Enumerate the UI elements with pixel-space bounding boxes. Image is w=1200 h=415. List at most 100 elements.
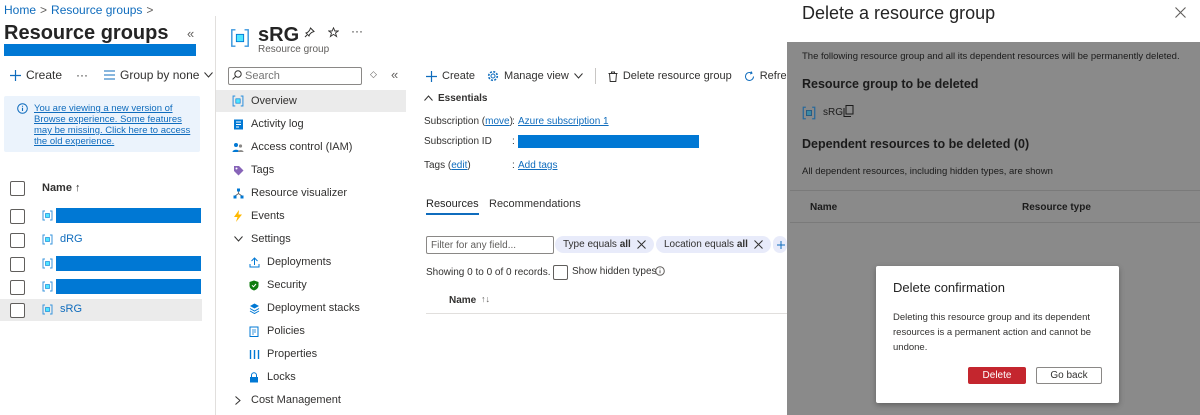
field-colon: : [512,116,515,127]
subscription-link[interactable]: Azure subscription 1 [518,116,609,127]
subscription-label-text: Subscription [424,116,480,127]
resource-group-icon [42,258,53,269]
resource-groups-pane: Home > Resource groups > Resource groups « … [0,0,215,415]
shield-icon [248,279,260,291]
group-by-dropdown[interactable]: Group by none [104,68,214,82]
type-filter-pill[interactable]: Type equals all [555,236,654,253]
close-icon[interactable] [636,240,646,249]
close-icon[interactable] [1175,7,1186,18]
confirm-delete-button[interactable]: Delete [968,367,1026,384]
table-row[interactable] [0,205,202,227]
name-column-header[interactable]: Name [449,295,476,306]
list-header: Name ↑ [0,176,205,200]
manage-view-label: Manage view [504,70,569,82]
row-checkbox[interactable] [10,209,25,224]
move-link[interactable]: move [485,116,509,127]
select-all-checkbox[interactable] [10,181,25,196]
table-divider [790,222,1200,223]
menu-search[interactable] [228,67,362,85]
info-banner: You are viewing a new version of Browse … [4,96,200,152]
col-name-header: Name [810,202,838,213]
row-checkbox[interactable] [10,303,25,318]
search-icon [232,70,242,80]
add-tags-link[interactable]: Add tags [518,160,557,171]
trash-icon [608,71,618,82]
row-checkbox[interactable] [10,280,25,295]
collapse-pane-button[interactable]: « [187,26,194,41]
table-row[interactable]: sRG [0,299,202,321]
menu-item-events[interactable]: Events [232,205,285,227]
essentials-toggle[interactable]: Essentials [424,93,487,104]
more-button[interactable]: ··· [76,68,88,82]
tags-label-text: Tags [424,160,446,171]
resource-group-icon [42,304,53,315]
table-row[interactable]: dRG [0,229,202,251]
menu-item-overview[interactable]: Overview [216,90,406,112]
create-button[interactable]: Create [426,70,475,82]
menu-item-security[interactable]: Security [248,274,307,296]
location-filter-pill[interactable]: Location equals all [656,236,771,253]
lock-icon [248,371,260,383]
type-filter-label: Type equals [563,239,617,250]
table-divider [426,313,787,314]
expand-collapse-icon[interactable]: ◇ [370,69,377,80]
manage-view-button[interactable]: Manage view [487,70,583,82]
resource-group-link[interactable]: sRG [60,303,82,315]
menu-item-label: Settings [251,233,291,245]
menu-item-properties[interactable]: Properties [248,343,317,365]
menu-item-settings[interactable]: Settings [232,228,291,250]
resource-group-link[interactable]: dRG [60,233,83,245]
resource-group-icon [802,106,816,120]
show-hidden-types-checkbox[interactable] [553,265,568,280]
menu-item-tags[interactable]: Tags [232,159,274,181]
edit-tags-link[interactable]: edit [451,160,467,171]
old-experience-link[interactable]: You are viewing a new version of Browse … [34,103,192,147]
create-button[interactable]: Create [10,68,62,82]
essentials-heading: Essentials [438,93,488,104]
tags-label: Tags (edit) [424,160,471,171]
sort-icon[interactable]: ↑↓ [481,294,490,304]
breadcrumb-resource-groups[interactable]: Resource groups [51,3,142,17]
menu-item-resource-visualizer[interactable]: Resource visualizer [232,182,347,204]
menu-item-iam[interactable]: Access control (IAM) [232,136,352,158]
menu-search-input[interactable] [245,69,355,82]
plus-icon [10,69,21,81]
redacted-block [4,44,196,56]
filter-input[interactable] [426,236,554,254]
menu-item-label: Access control (IAM) [251,141,353,153]
name-column-header[interactable]: Name ↑ [42,182,81,194]
info-icon[interactable] [655,266,665,276]
menu-item-label: Properties [267,348,318,360]
menu-item-label: Overview [251,95,297,107]
breadcrumb-home[interactable]: Home [4,3,36,17]
row-checkbox[interactable] [10,257,25,272]
menu-item-label: Cost Management [251,394,341,406]
location-filter-label: Location equals [664,239,735,250]
menu-item-deployment-stacks[interactable]: Deployment stacks [248,297,360,319]
menu-item-activity-log[interactable]: Activity log [232,113,304,135]
tab-resources[interactable]: Resources [426,198,479,215]
chevron-down-icon [204,72,214,78]
menu-item-policies[interactable]: Policies [248,320,305,342]
copy-icon[interactable] [843,105,854,117]
go-back-button[interactable]: Go back [1036,367,1102,384]
close-icon[interactable] [754,240,763,249]
menu-item-locks[interactable]: Locks [248,366,296,388]
subscription-label: Subscription (move) [424,116,513,127]
add-filter-pill[interactable] [773,236,787,253]
menu-item-cost-management[interactable]: Cost Management [232,389,341,411]
menu-item-deployments[interactable]: Deployments [248,251,331,273]
delete-resource-group-button[interactable]: Delete resource group [608,70,732,82]
col-type-header: Resource type [1022,202,1091,213]
tab-recommendations[interactable]: Recommendations [489,198,581,210]
dialog-title: Delete confirmation [893,280,1005,295]
table-row[interactable] [0,276,202,298]
lightning-icon [232,210,244,222]
row-checkbox[interactable] [10,233,25,248]
panel-title: Delete a resource group [802,3,996,23]
menu-item-label: Resource visualizer [251,187,347,199]
list-icon [104,70,116,80]
breadcrumb-separator: > [40,3,48,17]
table-row[interactable] [0,253,202,275]
collapse-menu-button[interactable]: « [391,67,398,82]
